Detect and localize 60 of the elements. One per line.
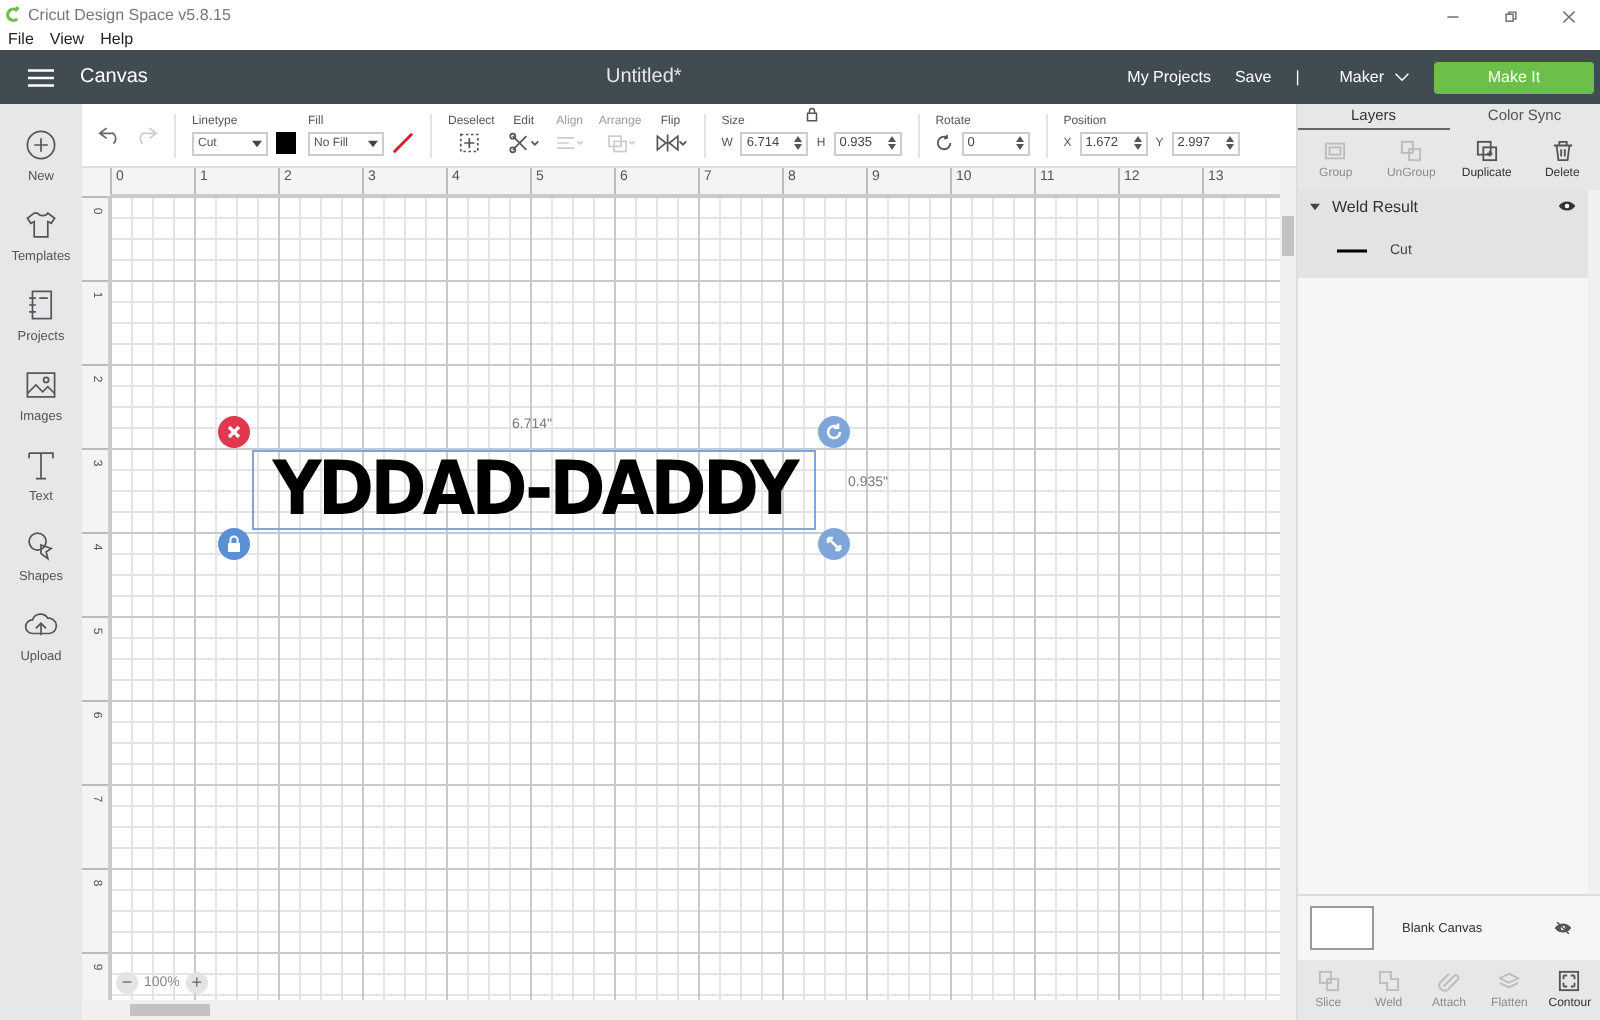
layers-icon xyxy=(1498,970,1521,992)
shirt-icon xyxy=(24,208,58,242)
arrange-icon xyxy=(603,132,638,154)
rotate-icon xyxy=(935,134,954,152)
blank-canvas-thumbnail[interactable] xyxy=(1310,906,1374,950)
horizontal-scrollbar[interactable] xyxy=(82,1000,1280,1020)
flip-icon xyxy=(653,132,688,154)
window-title: Cricut Design Space v5.8.15 xyxy=(28,5,231,23)
spinner-arrows-icon[interactable] xyxy=(1225,136,1234,150)
align-icon xyxy=(552,132,587,154)
resize-handle-icon[interactable] xyxy=(818,528,850,560)
vertical-scrollbar[interactable] xyxy=(1280,168,1296,1020)
caret-icon xyxy=(252,139,262,147)
layer-name[interactable]: Weld Result xyxy=(1332,197,1418,215)
menu-item[interactable]: View xyxy=(49,30,85,48)
caret-icon xyxy=(368,139,378,147)
expand-caret-icon[interactable] xyxy=(1310,201,1320,211)
group-icon xyxy=(1324,140,1347,162)
notebook-icon xyxy=(24,288,58,322)
undo-icon[interactable] xyxy=(98,126,122,144)
spinner-arrows-icon[interactable] xyxy=(1015,136,1024,150)
trash-icon xyxy=(1551,140,1574,162)
plus-circle-icon xyxy=(24,128,58,162)
header-link[interactable]: My Projects xyxy=(1127,68,1211,86)
app-logo-icon xyxy=(6,6,22,22)
paperclip-icon xyxy=(1438,970,1460,992)
letter-icon xyxy=(24,448,58,482)
header-link[interactable]: Save xyxy=(1234,68,1272,86)
lock-icon[interactable] xyxy=(805,105,818,121)
image-icon xyxy=(24,368,58,402)
contour-icon xyxy=(1558,970,1581,992)
zoom-out-button[interactable]: − xyxy=(116,972,138,994)
zoom-in-button[interactable]: + xyxy=(185,972,208,994)
duplicate-icon xyxy=(1475,140,1498,162)
document-title: Untitled* xyxy=(606,66,682,88)
hidden-eye-icon[interactable] xyxy=(1554,922,1572,934)
section-title: Canvas xyxy=(80,66,148,88)
scissors-icon xyxy=(506,132,541,154)
color-swatch[interactable] xyxy=(276,132,296,154)
weld-icon xyxy=(1377,970,1400,992)
machine-dropdown[interactable]: Maker xyxy=(1339,68,1410,86)
menu-item[interactable]: File xyxy=(8,30,34,48)
menu-icon[interactable] xyxy=(28,67,54,87)
layer-thumbnail-icon xyxy=(1334,247,1370,253)
shapes-icon xyxy=(24,528,58,562)
spinner-arrows-icon[interactable] xyxy=(887,136,896,150)
no-fill-icon[interactable] xyxy=(392,132,414,154)
rotate-handle-icon[interactable] xyxy=(818,416,850,448)
slice-icon xyxy=(1317,970,1340,992)
restore-icon[interactable] xyxy=(1504,9,1518,23)
lock-handle-icon[interactable] xyxy=(218,528,250,560)
delete-handle-icon[interactable] xyxy=(218,416,250,448)
eye-icon[interactable] xyxy=(1558,200,1576,212)
close-icon[interactable] xyxy=(1562,9,1576,23)
chevron-down-icon xyxy=(1394,72,1410,82)
separator-text: | xyxy=(1295,68,1300,86)
menu-item[interactable]: Help xyxy=(100,30,134,48)
spinner-arrows-icon[interactable] xyxy=(1133,136,1142,150)
spinner-arrows-icon[interactable] xyxy=(794,136,803,150)
ungroup-icon xyxy=(1400,140,1423,162)
